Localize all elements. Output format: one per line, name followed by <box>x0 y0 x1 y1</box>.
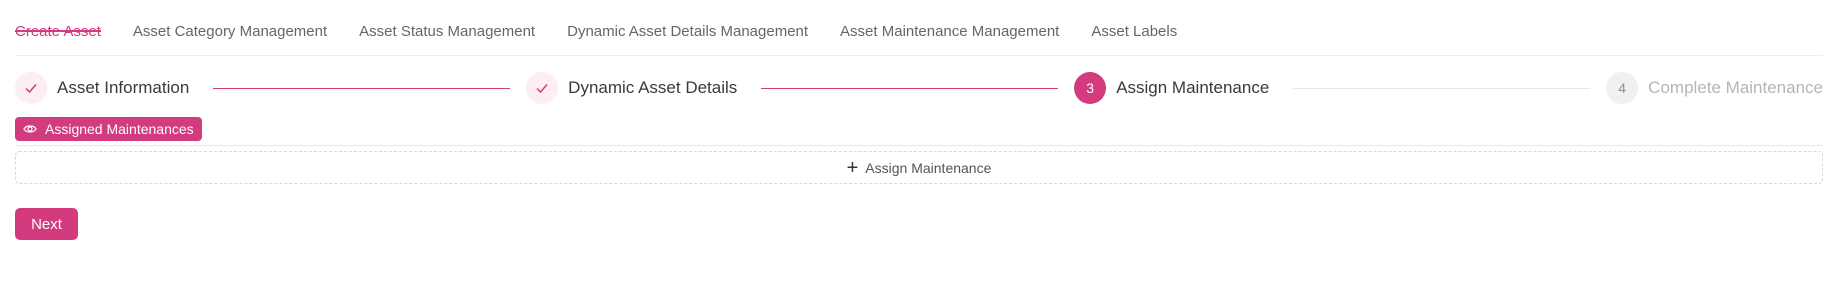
step-1-circle <box>15 72 47 104</box>
tab-dynamic-asset-details-management[interactable]: Dynamic Asset Details Management <box>567 0 808 40</box>
step-2-circle <box>526 72 559 104</box>
step-3-circle: 3 <box>1074 72 1107 104</box>
assign-maintenance-label: Assign Maintenance <box>865 159 992 176</box>
step-title: Dynamic Asset Details <box>568 78 738 97</box>
eye-icon <box>23 125 37 133</box>
tab-create-asset[interactable]: Create Asset <box>15 0 101 40</box>
step-title: Assign Maintenance <box>1116 78 1270 97</box>
assign-maintenance-button[interactable]: + Assign Maintenance <box>15 151 1823 184</box>
check-icon <box>25 84 37 94</box>
tab-bar: Create Asset Asset Category Management A… <box>15 0 1823 56</box>
step-asset-information[interactable]: Asset Information <box>15 72 189 104</box>
step-title: Complete Maintenance <box>1648 78 1823 97</box>
step-title: Asset Information <box>57 78 190 97</box>
divider <box>15 145 1823 146</box>
step-connector <box>1293 87 1591 89</box>
steps: Asset Information Dynamic Asset Details … <box>15 71 1823 105</box>
step-connector <box>761 87 1059 89</box>
tab-asset-maintenance-management[interactable]: Asset Maintenance Management <box>840 0 1059 40</box>
step-assign-maintenance[interactable]: 3 Assign Maintenance <box>1074 72 1269 104</box>
assigned-maintenances-label: Assigned Maintenances <box>45 121 194 137</box>
next-button[interactable]: Next <box>15 208 78 240</box>
step-4-circle: 4 <box>1606 72 1639 104</box>
plus-icon: + <box>846 156 859 179</box>
tab-asset-labels[interactable]: Asset Labels <box>1091 0 1177 40</box>
assigned-maintenances-tag[interactable]: Assigned Maintenances <box>15 117 202 141</box>
tab-asset-status-management[interactable]: Asset Status Management <box>359 0 535 40</box>
step-dynamic-asset-details[interactable]: Dynamic Asset Details <box>526 72 737 104</box>
check-icon <box>536 84 548 94</box>
tab-asset-category-management[interactable]: Asset Category Management <box>133 0 327 40</box>
step-complete-maintenance[interactable]: 4 Complete Maintenance <box>1606 72 1823 104</box>
step-connector <box>213 87 511 89</box>
